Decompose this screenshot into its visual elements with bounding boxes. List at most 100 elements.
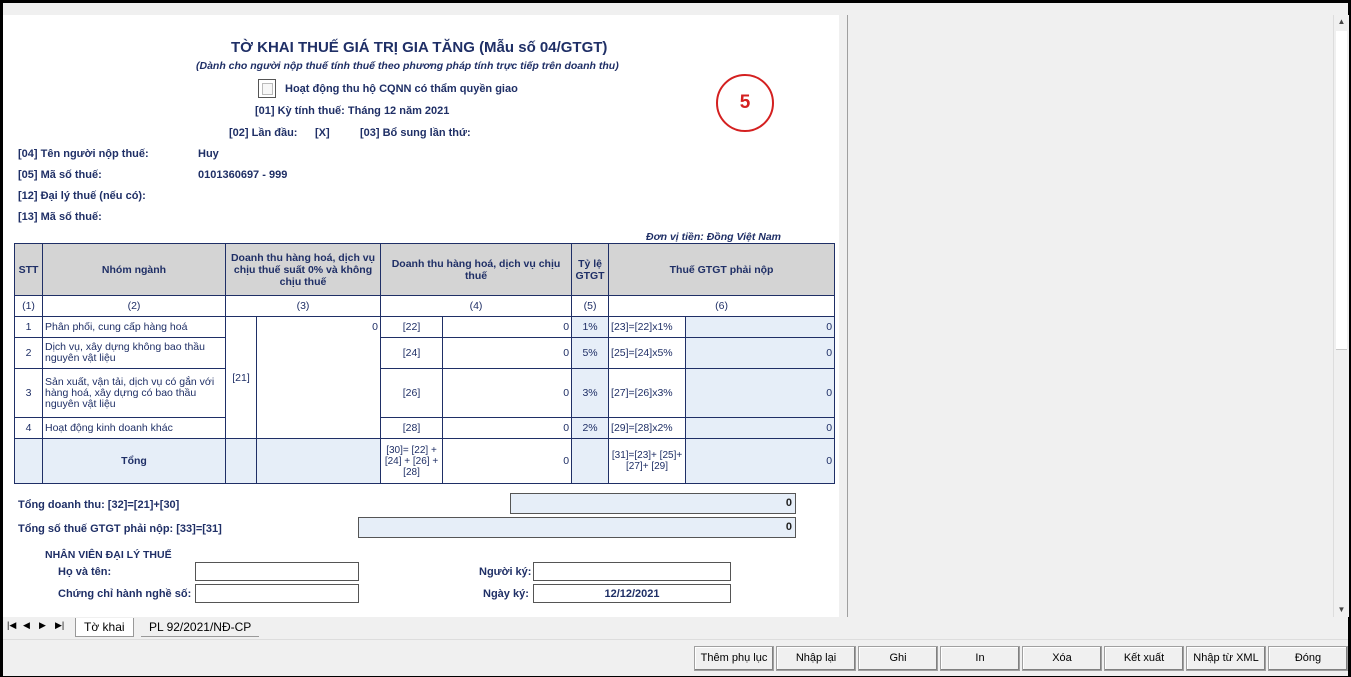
col-num: (6) (608, 295, 836, 317)
row-code: [22] (380, 316, 444, 338)
value-21[interactable]: 0 (255, 316, 382, 439)
close-button[interactable]: Đóng (1268, 646, 1348, 671)
row-formula: [25]=[24]x5% (608, 337, 687, 369)
reset-button[interactable]: Nhập lại (776, 646, 856, 671)
mst-dai-ly-label: [13] Mã số thuế: (18, 211, 102, 223)
app-window: TỜ KHAI THUẾ GIÁ TRỊ GIA TĂNG (Mẫu số 04… (3, 3, 1349, 676)
export-button[interactable]: Kết xuất (1104, 646, 1184, 671)
row-code: [28] (380, 417, 444, 439)
row-doanh-thu[interactable]: 0 (442, 417, 573, 439)
total-formula: [31]=[23]+ [25]+ [27]+ [29] (608, 438, 687, 484)
ten-nnt-value: Huy (198, 148, 219, 160)
table-row: 4 Hoạt động kinh doanh khác [28] 0 2% [2… (14, 417, 836, 439)
prev-sheet-icon[interactable]: ◀ (23, 620, 30, 631)
col-num: (5) (571, 295, 610, 317)
header-nhom-nganh: Nhóm ngành (42, 243, 226, 296)
tax-table: STT Nhóm ngành Doanh thu hàng hoá, dịch … (14, 243, 836, 484)
row-nhom: Sản xuất, vận tải, dịch vụ có gắn với hà… (42, 368, 226, 418)
vertical-scrollbar[interactable]: ▲ ▼ (1333, 15, 1349, 617)
col-num: (2) (42, 295, 226, 317)
header-stt: STT (14, 243, 43, 296)
row-thue: 0 (685, 316, 836, 338)
scroll-down-icon[interactable]: ▼ (1334, 603, 1349, 617)
header-thue: Thuế GTGT phải nộp (608, 243, 836, 296)
row-formula: [23]=[22]x1% (608, 316, 687, 338)
header-dt-0: Doanh thu hàng hoá, dịch vụ chịu thuế su… (224, 243, 382, 296)
tab-pl-92[interactable]: PL 92/2021/NĐ-CP (141, 618, 260, 637)
tong-doanh-thu-value: 0 (510, 493, 796, 514)
row-code: [26] (380, 368, 444, 418)
agent-heading: NHÂN VIÊN ĐẠI LÝ THUẾ (45, 549, 172, 561)
code-21: [21] (225, 316, 257, 439)
total-row: Tổng [30]= [22] + [24] + [26] + [28] 0 [… (14, 438, 836, 484)
right-pane (848, 15, 1333, 617)
nguoi-ky-label: Người ký: (479, 566, 532, 578)
row-code: [24] (380, 337, 444, 369)
row-thue: 0 (685, 368, 836, 418)
row-ty-le: 5% (571, 337, 610, 369)
ngay-ky-input[interactable]: 12/12/2021 (533, 584, 731, 603)
total-label: Tổng (42, 438, 226, 484)
save-button[interactable]: Ghi (858, 646, 938, 671)
row-stt: 1 (14, 316, 43, 338)
row-stt: 3 (14, 368, 43, 418)
ten-nnt-label: [04] Tên người nộp thuế: (18, 148, 149, 160)
tab-to-khai[interactable]: Tờ khai (75, 618, 134, 637)
table-row: 3 Sản xuất, vận tải, dịch vụ có gắn với … (14, 368, 836, 418)
nguoi-ky-input[interactable] (533, 562, 731, 581)
row-ty-le: 1% (571, 316, 610, 338)
last-sheet-icon[interactable]: ▶| (55, 620, 64, 631)
thu-ho-checkbox[interactable] (258, 79, 276, 98)
row-formula: [27]=[26]x3% (608, 368, 687, 418)
sheet-tab-bar: |◀ ◀ ▶ ▶| Tờ khai PL 92/2021/NĐ-CP (3, 617, 1348, 639)
import-xml-button[interactable]: Nhập từ XML (1186, 646, 1266, 671)
action-toolbar: Thêm phụ lục Nhập lại Ghi In Xóa Kết xuấ… (3, 639, 1348, 676)
first-sheet-icon[interactable]: |◀ (7, 620, 16, 631)
add-appendix-button[interactable]: Thêm phụ lục (694, 646, 774, 671)
header-dt: Doanh thu hàng hoá, dịch vụ chịu thuế (380, 243, 573, 296)
row-doanh-thu[interactable]: 0 (442, 368, 573, 418)
row-nhom: Phân phối, cung cấp hàng hoá (42, 316, 226, 338)
bo-sung-label: [03] Bổ sung lần thứ: (360, 127, 471, 139)
row-doanh-thu[interactable]: 0 (442, 316, 573, 338)
scroll-up-icon[interactable]: ▲ (1334, 15, 1349, 29)
chung-chi-label: Chứng chỉ hành nghề số: (58, 588, 192, 600)
header-ty-le: Tỷ lệ GTGT (571, 243, 610, 296)
ho-ten-input[interactable] (195, 562, 359, 581)
tong-thue-value: 0 (358, 517, 796, 538)
lan-dau-value[interactable]: [X] (315, 127, 330, 139)
ky-tinh-thue: [01] Kỳ tính thuế: Tháng 12 năm 2021 (255, 105, 450, 117)
row-nhom: Hoạt động kinh doanh khác (42, 417, 226, 439)
total-doanh-thu: 0 (442, 438, 573, 484)
mst-value: 0101360697 - 999 (198, 169, 288, 181)
declaration-form: TỜ KHAI THUẾ GIÁ TRỊ GIA TĂNG (Mẫu số 04… (3, 15, 839, 617)
row-stt: 2 (14, 337, 43, 369)
mst-label: [05] Mã số thuế: (18, 169, 102, 181)
lan-dau-label: [02] Lần đầu: (229, 127, 298, 139)
delete-button[interactable]: Xóa (1022, 646, 1102, 671)
thu-ho-label: Hoạt động thu hộ CQNN có thẩm quyền giao (285, 83, 518, 95)
col-num: (3) (224, 295, 382, 317)
col-num: (1) (14, 295, 43, 317)
print-button[interactable]: In (940, 646, 1020, 671)
row-formula: [29]=[28]x2% (608, 417, 687, 439)
ngay-ky-label: Ngày ký: (483, 588, 529, 600)
row-thue: 0 (685, 337, 836, 369)
tong-thue-label: Tổng số thuế GTGT phải nộp: [33]=[31] (18, 523, 222, 535)
row-ty-le: 2% (571, 417, 610, 439)
tong-doanh-thu-label: Tổng doanh thu: [32]=[21]+[30] (18, 499, 180, 511)
row-doanh-thu[interactable]: 0 (442, 337, 573, 369)
next-sheet-icon[interactable]: ▶ (39, 620, 46, 631)
total-thue: 0 (685, 438, 836, 484)
step-badge: 5 (716, 74, 774, 132)
don-vi-tien: Đơn vị tiền: Đồng Việt Nam (646, 231, 782, 243)
scroll-thumb[interactable] (1336, 31, 1347, 350)
table-row: 1 Phân phối, cung cấp hàng hoá [21] 0 [2… (14, 316, 836, 439)
total-code: [30]= [22] + [24] + [26] + [28] (380, 438, 444, 484)
chung-chi-input[interactable] (195, 584, 359, 603)
ho-ten-label: Họ và tên: (58, 566, 112, 578)
dai-ly-label: [12] Đại lý thuế (nếu có): (18, 190, 146, 202)
row-thue: 0 (685, 417, 836, 439)
form-subtitle: (Dành cho người nộp thuế tính thuế theo … (196, 60, 619, 72)
table-row: 2 Dịch vụ, xây dựng không bao thầu nguyê… (14, 337, 836, 369)
